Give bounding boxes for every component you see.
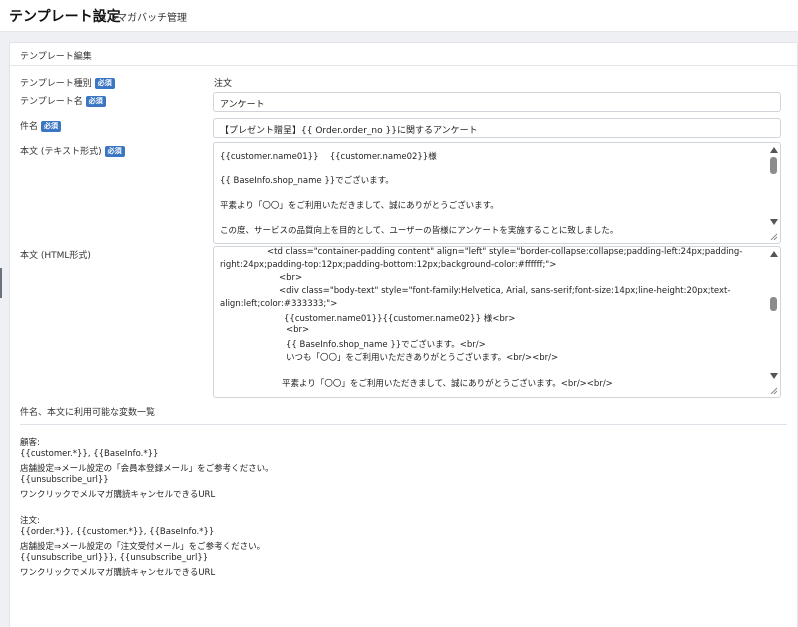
- subject-label: 件名 必須: [20, 119, 62, 132]
- template-name-label-text: テンプレート名: [20, 97, 83, 107]
- side-edge-indicator: [0, 268, 2, 298]
- required-badge: 必須: [41, 121, 62, 132]
- variables-heading: 件名、本文に利用可能な変数一覧: [20, 408, 156, 418]
- body-html-textarea[interactable]: <td class="container-padding content" al…: [213, 246, 781, 398]
- body-text-line: この度、サービスの品質向上を目的として、ユーザーの皆様にアンケートを実施すること…: [220, 226, 619, 236]
- variable-line: ワンクリックでメルマガ購読キャンセルできるURL: [20, 490, 216, 500]
- subject-input[interactable]: 【プレゼント贈呈】{{ Order.order_no }}に関するアンケート: [213, 118, 781, 138]
- body-html-line: <div class="body-text" style="font-famil…: [279, 286, 731, 296]
- template-type-label: テンプレート種別 必須: [20, 76, 115, 89]
- body-html-label: 本文 (HTML形式): [20, 248, 91, 261]
- variable-line: 店舗設定⇒メール設定の「会員本登録メール」をご参考ください。: [20, 464, 274, 474]
- scroll-down-icon[interactable]: [770, 219, 778, 225]
- body-html-label-text: 本文 (HTML形式): [20, 251, 91, 261]
- body-html-line: {{customer.name01}}{{customer.name02}} 様…: [284, 314, 516, 324]
- body-text-line: {{ BaseInfo.shop_name }}でございます。: [220, 176, 394, 186]
- required-badge: 必須: [85, 96, 106, 107]
- template-type-label-text: テンプレート種別: [20, 79, 92, 89]
- body-html-line: <br>: [286, 325, 310, 335]
- template-name-input[interactable]: アンケート: [213, 92, 781, 112]
- template-name-label: テンプレート名 必須: [20, 94, 106, 107]
- variable-line: ワンクリックでメルマガ購読キャンセルできるURL: [20, 568, 216, 578]
- body-text-textarea[interactable]: {{customer.name01}} {{customer.name02}}様…: [213, 142, 781, 244]
- body-html-line: いつも「〇〇」をご利用いただきありがとうございます。<br/><br/>: [286, 353, 559, 363]
- variable-line: 店舗設定⇒メール設定の「注文受付メール」をご参考ください。: [20, 542, 266, 552]
- body-html-line: right:24px;padding-top:12px;padding-bott…: [220, 260, 557, 270]
- variable-line: 注文:: [20, 516, 40, 526]
- panel-header: テンプレート編集: [10, 43, 797, 66]
- page-subtitle: メルマガバッチ管理: [97, 13, 187, 24]
- scroll-thumb[interactable]: [770, 157, 777, 174]
- required-badge: 必須: [104, 146, 125, 157]
- required-badge: 必須: [94, 78, 115, 89]
- scroll-thumb[interactable]: [770, 297, 777, 311]
- divider: [20, 424, 787, 425]
- scroll-up-icon[interactable]: [770, 251, 778, 257]
- resize-handle-icon[interactable]: [770, 387, 778, 395]
- body-text-label: 本文 (テキスト形式) 必須: [20, 144, 125, 157]
- body-html-line: align:left;color:#333333;">: [220, 299, 338, 309]
- variable-line: {{customer.*}}, {{BaseInfo.*}}: [20, 449, 159, 459]
- panel-title: テンプレート編集: [20, 52, 92, 62]
- body-text-scrollbar[interactable]: [767, 143, 780, 243]
- resize-handle-icon[interactable]: [770, 233, 778, 241]
- variable-line: {{unsubscribe_url}}: [20, 475, 109, 485]
- page-header: テンプレート設定 メルマガバッチ管理: [0, 0, 798, 32]
- body-html-line: 平素より「〇〇」をご利用いただきまして、誠にありがとうございます。<br/><b…: [282, 379, 613, 389]
- body-text-label-text: 本文 (テキスト形式): [20, 147, 102, 157]
- template-type-value: 注文: [214, 79, 233, 89]
- variable-line: 顧客:: [20, 438, 40, 448]
- template-edit-panel: テンプレート編集 テンプレート種別 必須 注文 テンプレート名 必須 アンケート 件…: [9, 42, 798, 627]
- body-html-line: {{ BaseInfo.shop_name }}でございます。<br/>: [286, 340, 486, 350]
- body-html-line: <td class="container-padding content" al…: [267, 247, 743, 257]
- body-text-line: 平素より「〇〇」をご利用いただきまして、誠にありがとうございます。: [220, 201, 499, 211]
- variable-line: {{order.*}}, {{customer.*}}, {{BaseInfo.…: [20, 527, 215, 537]
- scroll-up-icon[interactable]: [770, 147, 778, 153]
- body-text-line: {{customer.name01}} {{customer.name02}}様: [220, 152, 437, 162]
- body-html-scrollbar[interactable]: [767, 247, 780, 397]
- subject-label-text: 件名: [20, 122, 39, 132]
- body-html-line: <br>: [279, 273, 303, 283]
- scroll-down-icon[interactable]: [770, 373, 778, 379]
- variable-line: {{unsubscribe_url}}}, {{unsubscribe_url}…: [20, 553, 209, 563]
